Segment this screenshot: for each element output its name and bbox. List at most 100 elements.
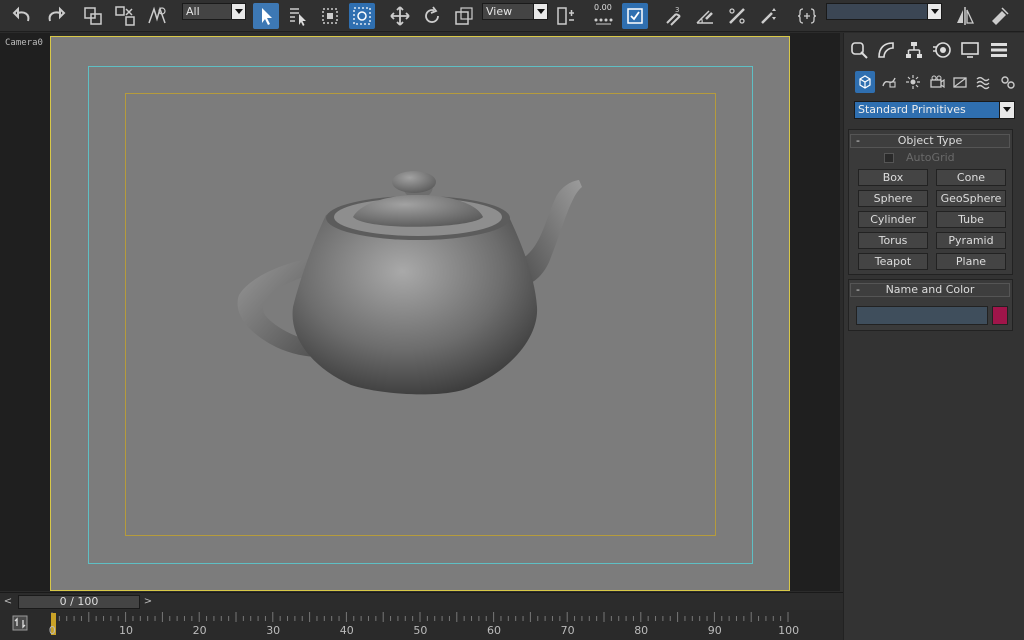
edit-named-selection-sets-button[interactable] [794, 3, 820, 29]
snaps-toggle-button[interactable]: 3 [660, 3, 686, 29]
sub-space-warps[interactable] [974, 71, 994, 93]
track-tick-label: 0 [48, 624, 56, 637]
reference-coordinate-value: View [486, 5, 513, 18]
track-bar: 0 10 20 30 40 50 60 70 80 90 100 [0, 610, 843, 640]
sub-lights[interactable] [903, 71, 923, 93]
select-and-rotate-button[interactable] [419, 3, 445, 29]
geometry-cube-icon [859, 75, 871, 89]
select-and-link-button[interactable] [80, 3, 106, 29]
cursor-arrow-icon [262, 8, 272, 25]
pyramid-button[interactable]: Pyramid [936, 232, 1006, 249]
window-crossing-button[interactable] [349, 3, 375, 29]
tab-display[interactable] [959, 39, 981, 61]
rotate-icon [425, 6, 439, 23]
track-tick-label: 80 [634, 624, 649, 637]
edit-named-selection-button[interactable] [622, 3, 648, 29]
track-tick-label: 60 [487, 624, 501, 637]
object-type-rollout-header[interactable]: - Object Type [850, 134, 1010, 148]
align-button[interactable] [986, 3, 1012, 29]
use-pivot-center-button[interactable] [553, 3, 579, 29]
track-tick-label: 10 [119, 624, 133, 637]
redo-button[interactable] [42, 3, 68, 29]
select-by-name-icon [290, 8, 306, 26]
track-ruler[interactable] [49, 612, 809, 638]
select-and-scale-button[interactable] [451, 3, 477, 29]
main-toolbar: All View 0.00 3 [0, 0, 1024, 32]
motion-icon [933, 42, 951, 58]
teapot-object[interactable] [51, 37, 790, 591]
name-and-color-rollout-header[interactable]: - Name and Color [850, 283, 1010, 297]
cylinder-button[interactable]: Cylinder [858, 211, 928, 228]
link-icon [84, 7, 102, 25]
spinner-snap-button[interactable] [756, 3, 782, 29]
rectangle-selection-icon [322, 8, 338, 24]
track-tick-label: 20 [192, 624, 207, 637]
percent-magnet-icon [729, 8, 745, 24]
category-dropdown[interactable]: Standard Primitives [854, 101, 1015, 119]
create-icon [851, 42, 868, 59]
select-object-button[interactable] [253, 3, 279, 29]
angle-snap-button[interactable] [692, 3, 718, 29]
time-slider-thumb[interactable]: 0 / 100 [18, 595, 140, 609]
viewport-label[interactable]: Camera0 [5, 38, 43, 48]
object-name-field[interactable] [856, 306, 988, 325]
track-ruler-minor-ticks [51, 612, 789, 622]
spinner-magnet-icon [761, 8, 776, 24]
track-tick-label: 100 [778, 624, 800, 637]
mirror-button[interactable] [952, 3, 978, 29]
window-crossing-icon [353, 7, 371, 25]
magnet-3d-icon: 3 [666, 6, 681, 26]
svg-text:3: 3 [675, 6, 679, 14]
track-tick-label: 70 [560, 624, 575, 637]
braces-icon [797, 8, 817, 24]
object-color-swatch[interactable] [992, 306, 1008, 325]
torus-button[interactable]: Torus [858, 232, 928, 249]
named-selection-sets-dropdown[interactable] [826, 3, 942, 20]
sphere-button[interactable]: Sphere [858, 190, 928, 207]
plane-button[interactable]: Plane [936, 253, 1006, 270]
tube-button[interactable]: Tube [936, 211, 1006, 228]
tab-hierarchy[interactable] [903, 39, 925, 61]
percent-snap-button[interactable] [724, 3, 750, 29]
autogrid-checkbox[interactable] [884, 153, 894, 163]
select-and-move-button[interactable] [387, 3, 413, 29]
select-by-name-button[interactable] [285, 3, 311, 29]
unlink-selection-button[interactable] [112, 3, 138, 29]
align-icon [992, 7, 1009, 25]
chevron-down-icon [533, 4, 547, 19]
geosphere-button[interactable]: GeoSphere [936, 190, 1006, 207]
selection-filter-dropdown[interactable]: All [182, 3, 246, 20]
tab-create[interactable] [848, 39, 870, 61]
rectangular-selection-button[interactable] [317, 3, 343, 29]
reference-coordinate-dropdown[interactable]: View [482, 3, 548, 20]
tab-modify[interactable] [875, 39, 897, 61]
chevron-down-icon [927, 4, 941, 19]
tab-utilities[interactable] [988, 39, 1010, 61]
undo-button[interactable] [10, 3, 36, 29]
utilities-icon [991, 43, 1007, 57]
object-type-title: Object Type [897, 134, 963, 147]
scale-icon [455, 7, 473, 25]
name-and-color-title: Name and Color [885, 283, 975, 296]
sub-geometry[interactable] [855, 71, 875, 93]
sub-cameras[interactable] [927, 71, 947, 93]
hierarchy-icon [906, 42, 922, 58]
sub-helpers[interactable] [950, 71, 970, 93]
time-slider-next[interactable]: > [142, 596, 154, 608]
camera-viewport[interactable] [50, 36, 790, 591]
sub-systems[interactable] [998, 71, 1018, 93]
box-button[interactable]: Box [858, 169, 928, 186]
bind-to-space-warp-button[interactable] [144, 3, 170, 29]
time-slider-prev[interactable]: < [2, 596, 14, 608]
space-warp-icon [148, 6, 166, 24]
track-tick-label: 40 [339, 624, 354, 637]
open-mini-curve-editor-icon[interactable] [12, 615, 28, 631]
teapot-button[interactable]: Teapot [858, 253, 928, 270]
chevron-down-icon [231, 4, 245, 19]
viewport-right-margin [790, 33, 840, 591]
sub-shapes[interactable] [879, 71, 899, 93]
viewport-left-margin [0, 33, 50, 591]
tab-motion[interactable] [931, 39, 953, 61]
time-slider: < 0 / 100 > [0, 592, 843, 610]
cone-button[interactable]: Cone [936, 169, 1006, 186]
